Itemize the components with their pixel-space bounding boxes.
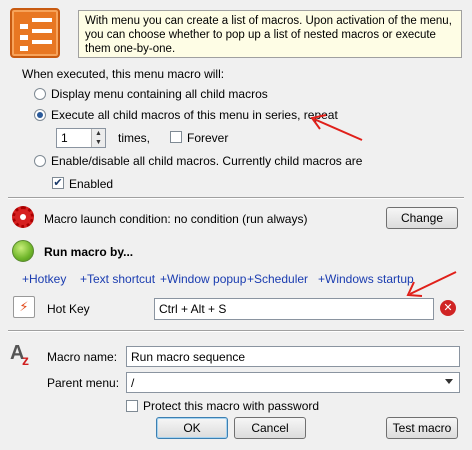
radio-display-menu[interactable] <box>34 88 46 100</box>
change-button[interactable]: Change <box>386 207 458 229</box>
times-label: times, <box>118 131 151 145</box>
enabled-label[interactable]: Enabled <box>69 177 113 191</box>
link-scheduler[interactable]: +Scheduler <box>247 272 308 286</box>
protect-label[interactable]: Protect this macro with password <box>143 399 319 413</box>
parent-menu-select[interactable]: / <box>126 372 460 393</box>
menu-list-icon <box>10 8 60 58</box>
option-display-label[interactable]: Display menu containing all child macros <box>51 87 268 101</box>
forever-checkbox[interactable] <box>170 131 182 143</box>
repeat-count-value: 1 <box>61 131 68 145</box>
hotkey-label: Hot Key <box>47 302 90 316</box>
forever-label[interactable]: Forever <box>187 131 228 145</box>
divider <box>8 330 464 332</box>
link-text-shortcut[interactable]: +Text shortcut <box>80 272 155 286</box>
macro-name-field[interactable]: Run macro sequence <box>126 346 460 367</box>
info-text: With menu you can create a list of macro… <box>85 15 452 55</box>
info-box: With menu you can create a list of macro… <box>78 10 462 58</box>
protect-checkbox[interactable] <box>126 400 138 412</box>
annotation-arrow-1 <box>310 114 363 141</box>
enabled-checkbox[interactable]: ✔ <box>52 177 64 189</box>
link-hotkey[interactable]: +Hotkey <box>22 272 66 286</box>
run-status-icon <box>12 240 34 262</box>
launch-condition-text: Macro launch condition: no condition (ru… <box>44 212 308 226</box>
chevron-down-icon[interactable] <box>445 379 453 384</box>
hotkey-icon: ⚡ <box>13 296 35 318</box>
macro-name-label: Macro name: <box>47 350 118 364</box>
link-window-popup[interactable]: +Window popup <box>160 272 246 286</box>
ok-button[interactable]: OK <box>156 417 228 439</box>
link-windows-startup[interactable]: +Windows startup <box>318 272 414 286</box>
hotkey-field[interactable]: Ctrl + Alt + S <box>154 298 434 320</box>
execution-heading: When executed, this menu macro will: <box>22 67 225 81</box>
divider <box>8 197 464 199</box>
stepper-arrows-icon[interactable]: ▲ ▼ <box>91 129 105 147</box>
option-series-label[interactable]: Execute all child macros of this menu in… <box>51 108 338 122</box>
parent-menu-label: Parent menu: <box>47 376 120 390</box>
run-by-title: Run macro by... <box>44 245 134 259</box>
gear-icon <box>12 206 34 228</box>
parent-menu-value: / <box>131 376 135 390</box>
rename-icon: Az <box>10 342 29 368</box>
close-icon[interactable]: ✕ <box>440 300 456 316</box>
cancel-button[interactable]: Cancel <box>234 417 306 439</box>
option-enable-label[interactable]: Enable/disable all child macros. Current… <box>51 154 362 168</box>
radio-execute-series[interactable] <box>34 109 46 121</box>
test-macro-button[interactable]: Test macro <box>386 417 458 439</box>
radio-enable-disable[interactable] <box>34 155 46 167</box>
repeat-count-stepper[interactable]: 1 ▲ ▼ <box>56 128 106 148</box>
